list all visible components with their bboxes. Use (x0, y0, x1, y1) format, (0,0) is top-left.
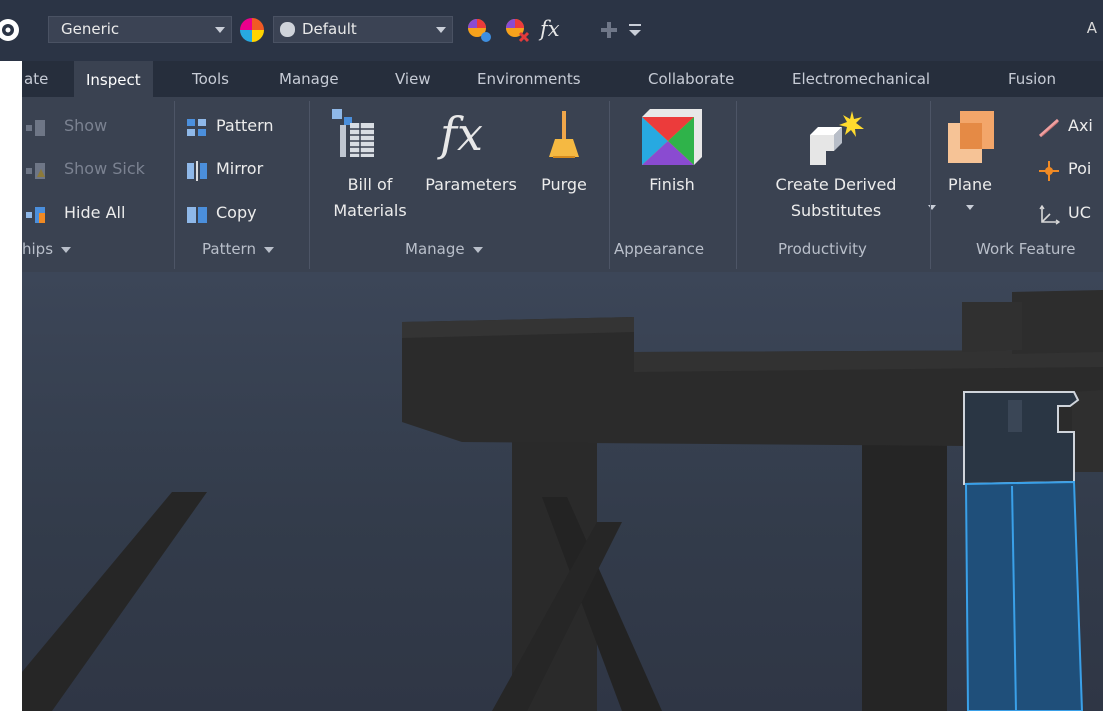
tab-fusion[interactable]: Fusion (1008, 61, 1056, 97)
tab-electromechanical[interactable]: Electromechanical (792, 61, 930, 97)
fx-parameters-icon: fx (440, 107, 483, 161)
panel-divider (736, 101, 737, 269)
productivity-group-label[interactable]: Productivity (778, 240, 867, 258)
panel-divider (930, 101, 931, 269)
appearance-sphere-icon (280, 22, 295, 37)
panel-divider (309, 101, 310, 269)
color-wheel-icon[interactable] (239, 17, 265, 43)
plane-button[interactable]: Plane (940, 105, 1000, 235)
tab-tools[interactable]: Tools (192, 61, 229, 97)
point-icon (1038, 159, 1060, 181)
work-features-group-label[interactable]: Work Feature (976, 240, 1075, 258)
chevron-down-icon (436, 27, 446, 33)
create-derived-substitutes-button[interactable]: Create Derived Substitutes (746, 105, 936, 235)
bill-of-materials-icon (332, 109, 378, 165)
tab-inspect[interactable]: Inspect (74, 61, 153, 97)
customize-qat-icon[interactable] (626, 17, 644, 43)
manage-group-label[interactable]: Manage (405, 240, 483, 258)
clear-appearance-icon[interactable] (504, 17, 530, 43)
mirror-icon (186, 159, 208, 181)
pattern-group-label[interactable]: Pattern (202, 240, 274, 258)
axis-icon (1038, 116, 1060, 138)
chevron-down-icon (215, 27, 225, 33)
window-title: A (1086, 19, 1097, 37)
inventor-window: Generic Default fx A ate Inspect Tools M… (0, 0, 1103, 711)
fx-parameters-icon[interactable]: fx (540, 17, 574, 43)
show-sick-icon (26, 159, 48, 179)
tab-environments[interactable]: Environments (477, 61, 581, 97)
plane-icon (946, 109, 996, 169)
relationships-group-label[interactable]: hips (22, 240, 72, 258)
appearance-combo-value: Default (302, 20, 357, 38)
chevron-down-icon (263, 246, 274, 253)
copy-icon (186, 203, 208, 223)
panel-divider (174, 101, 175, 269)
tab-manage[interactable]: Manage (279, 61, 339, 97)
material-combo-value: Generic (61, 20, 120, 38)
finish-icon (642, 109, 702, 169)
graphics-viewport[interactable] (22, 272, 1103, 711)
model-geometry[interactable] (22, 272, 1103, 711)
parameters-button[interactable]: fx Parameters (416, 105, 526, 215)
quick-access-toolbar: Generic Default fx A (0, 0, 1103, 61)
show-relationships-icon (26, 116, 48, 136)
panel-divider (609, 101, 610, 269)
app-logo-icon[interactable] (0, 17, 22, 43)
material-combo[interactable]: Generic (48, 16, 232, 43)
chevron-down-icon (61, 246, 72, 253)
derived-substitute-icon (804, 109, 868, 169)
ribbon-panel: Show Show Sick Hide All hips Pattern Mir… (22, 97, 1103, 272)
finish-button[interactable]: Finish (620, 105, 724, 215)
tab-collaborate[interactable]: Collaborate (648, 61, 734, 97)
appearance-group-label[interactable]: Appearance (614, 240, 704, 258)
pattern-icon (186, 116, 208, 136)
tab-view[interactable]: View (395, 61, 431, 97)
ribbon-tabs: ate Inspect Tools Manage View Environmen… (22, 61, 1103, 97)
chevron-down-icon (472, 246, 483, 253)
adjust-appearance-icon[interactable] (466, 17, 492, 43)
tab-assemble[interactable]: ate (24, 61, 48, 97)
ucs-icon (1038, 203, 1061, 225)
appearance-combo[interactable]: Default (273, 16, 453, 43)
purge-button[interactable]: Purge (529, 105, 599, 215)
broom-icon (547, 111, 581, 167)
chevron-down-icon (966, 205, 974, 210)
bill-of-materials-button[interactable]: Bill of Materials (320, 105, 420, 235)
hide-all-icon (26, 203, 48, 223)
plus-icon[interactable] (596, 17, 622, 43)
